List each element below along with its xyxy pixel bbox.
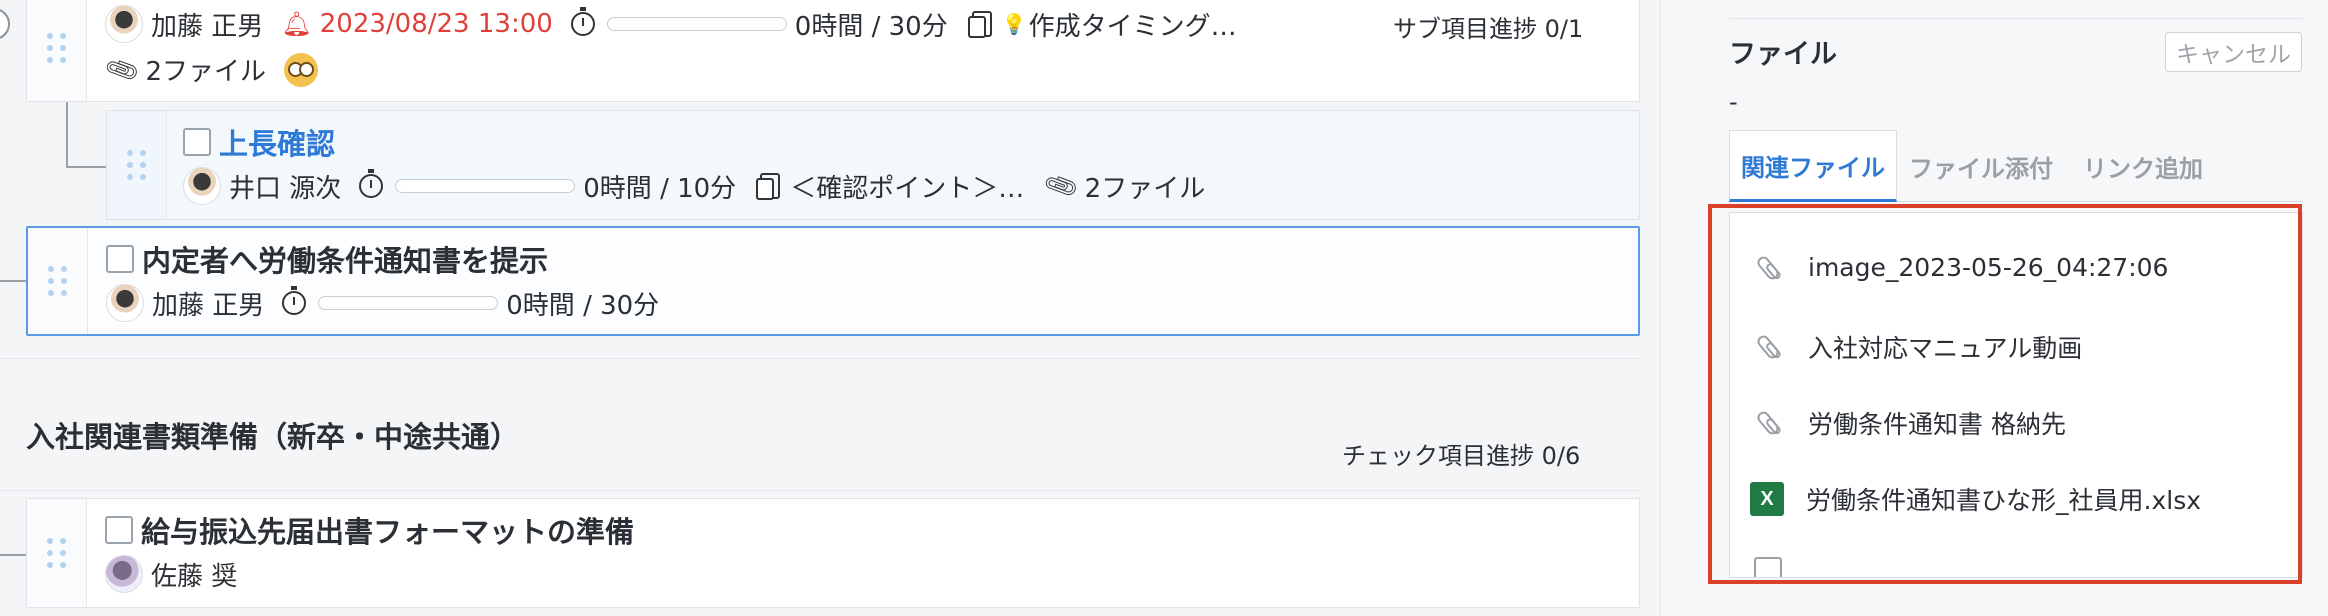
section-divider xyxy=(0,490,1640,491)
paperclip-icon: 📎︎ xyxy=(1041,166,1082,206)
memo-icon xyxy=(967,11,992,38)
file-item[interactable]: image_2023-05-26_04:27:06 xyxy=(1750,253,2168,282)
link-icon xyxy=(1750,333,1786,361)
link-icon xyxy=(1750,253,1786,282)
section-title: 入社関連書類準備（新卒・中途共通） xyxy=(26,420,520,454)
stopwatch-icon xyxy=(282,286,307,315)
assignee-name: 加藤 正男 xyxy=(152,290,265,321)
file-item[interactable]: 労働条件通知書 格納先 xyxy=(1750,405,2066,441)
file-name[interactable]: 労働条件通知書 格納先 xyxy=(1808,405,2066,441)
section-divider xyxy=(0,358,1640,359)
drag-dots-icon xyxy=(46,33,67,63)
tree-line xyxy=(66,166,106,168)
cancel-button[interactable]: キャンセル xyxy=(2165,32,2302,72)
tab-file-attach[interactable]: ファイル添付 xyxy=(1897,130,2065,202)
file-name[interactable]: 入社対応マニュアル動画 xyxy=(1808,329,2082,365)
related-file-list: image_2023-05-26_04:27:06 入社対応マニュアル動画 労働… xyxy=(1729,212,2303,578)
avatar xyxy=(105,555,143,593)
drag-handle[interactable] xyxy=(27,0,87,101)
task-title[interactable]: 上長確認 xyxy=(219,121,335,163)
owl-icon xyxy=(284,52,319,87)
check-item-progress: チェック項目進捗 0/6 xyxy=(1342,442,1581,470)
file-name[interactable]: image_2023-05-26_04:27:06 xyxy=(1808,253,2168,282)
stopwatch-icon xyxy=(359,169,384,198)
time-estimate: 0時間 / 30分 xyxy=(506,290,660,321)
assignee-name: 井口 源次 xyxy=(229,173,342,204)
file-item[interactable]: X 労働条件通知書ひな形_社員用.xlsx xyxy=(1750,481,2201,517)
tab-related-files[interactable]: 関連ファイル xyxy=(1729,130,1897,202)
drag-dots-icon xyxy=(46,538,67,568)
tree-line xyxy=(66,100,68,166)
drag-dots-icon xyxy=(47,266,68,296)
time-progress-bar xyxy=(606,17,787,31)
memo-preview[interactable]: ＜確認ポイント＞… xyxy=(790,168,1024,205)
file-name[interactable]: 労働条件通知書ひな形_社員用.xlsx xyxy=(1806,481,2201,517)
file-item[interactable] xyxy=(1750,557,1782,577)
stopwatch-icon xyxy=(570,7,595,36)
task-checkbox[interactable] xyxy=(105,516,133,544)
task-title[interactable]: 内定者へ労働条件通知書を提示 xyxy=(142,238,548,280)
link-icon xyxy=(1750,409,1786,437)
paperclip-icon: 📎︎ xyxy=(102,50,142,89)
task-checkbox[interactable] xyxy=(183,128,211,156)
tree-node-icon xyxy=(0,8,10,40)
excel-icon: X xyxy=(1750,482,1784,516)
assignee-name: 加藤 正男 xyxy=(151,11,264,42)
task-card-selected[interactable]: 内定者へ労働条件通知書を提示 加藤 正男 0時間 / 30分 xyxy=(26,226,1640,336)
drag-handle[interactable] xyxy=(107,111,167,219)
tab-add-link[interactable]: リンク追加 xyxy=(2065,130,2221,202)
memo-icon xyxy=(756,173,781,200)
task-checkbox[interactable] xyxy=(106,245,134,273)
file-tabs: 関連ファイル ファイル添付 リンク追加 xyxy=(1729,130,2303,202)
lightbulb-icon: 💡 xyxy=(1001,12,1027,36)
tree-line xyxy=(0,554,26,556)
due-date: 2023/08/23 13:00 xyxy=(319,9,553,39)
attachment-count[interactable]: 2ファイル xyxy=(1085,168,1206,205)
drag-dots-icon xyxy=(126,150,147,180)
sub-item-progress: サブ項目進捗 0/1 xyxy=(1393,15,1584,43)
drag-handle[interactable] xyxy=(28,228,88,334)
task-title[interactable]: 給与振込先届出書フォーマットの準備 xyxy=(141,509,634,551)
avatar xyxy=(105,5,143,43)
avatar xyxy=(106,284,144,322)
task-card-child[interactable]: 上長確認 井口 源次 0時間 / 10分 ＜確認ポイント＞… 📎︎ 2ファイル xyxy=(106,110,1640,220)
file-value: - xyxy=(1729,88,1738,116)
panel-title: ファイル xyxy=(1729,39,1837,70)
time-progress-bar xyxy=(395,179,576,193)
bell-icon: 🔔︎ xyxy=(281,10,312,38)
task-card[interactable]: 加藤 正男 🔔︎ 2023/08/23 13:00 0時間 / 30分 💡 作成… xyxy=(26,0,1640,102)
panel-divider xyxy=(1729,18,2303,19)
time-progress-bar xyxy=(318,296,499,310)
time-estimate: 0時間 / 10分 xyxy=(583,173,737,204)
time-estimate: 0時間 / 30分 xyxy=(794,11,948,42)
file-panel: ファイル キャンセル - 関連ファイル ファイル添付 リンク追加 image_2… xyxy=(1660,0,2328,616)
assignee-name: 佐藤 奨 xyxy=(151,561,238,592)
memo-preview[interactable]: 作成タイミング… xyxy=(1029,6,1237,43)
document-icon xyxy=(1754,557,1782,577)
drag-handle[interactable] xyxy=(27,499,87,607)
attachment-count[interactable]: 2ファイル xyxy=(145,51,266,88)
avatar xyxy=(183,167,221,205)
tree-line xyxy=(0,280,26,282)
task-card[interactable]: 給与振込先届出書フォーマットの準備 佐藤 奨 xyxy=(26,498,1640,608)
file-item[interactable]: 入社対応マニュアル動画 xyxy=(1750,329,2082,365)
